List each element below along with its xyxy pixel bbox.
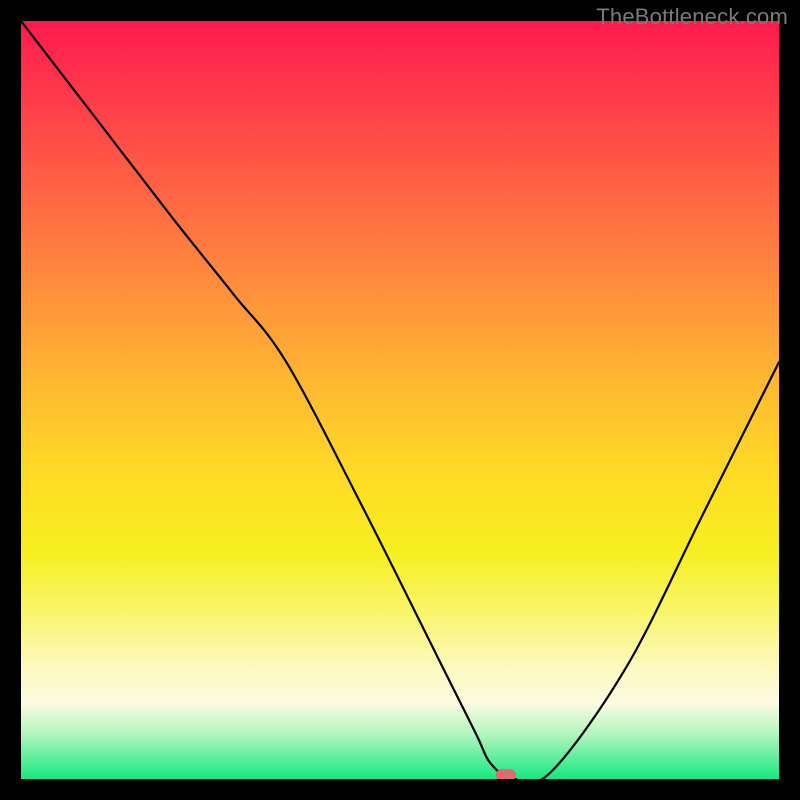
- background-gradient: [21, 21, 779, 779]
- optimum-marker: [496, 769, 516, 779]
- watermark-text: TheBottleneck.com: [596, 4, 788, 30]
- chart-container: TheBottleneck.com: [0, 0, 800, 800]
- plot-area: [21, 21, 779, 779]
